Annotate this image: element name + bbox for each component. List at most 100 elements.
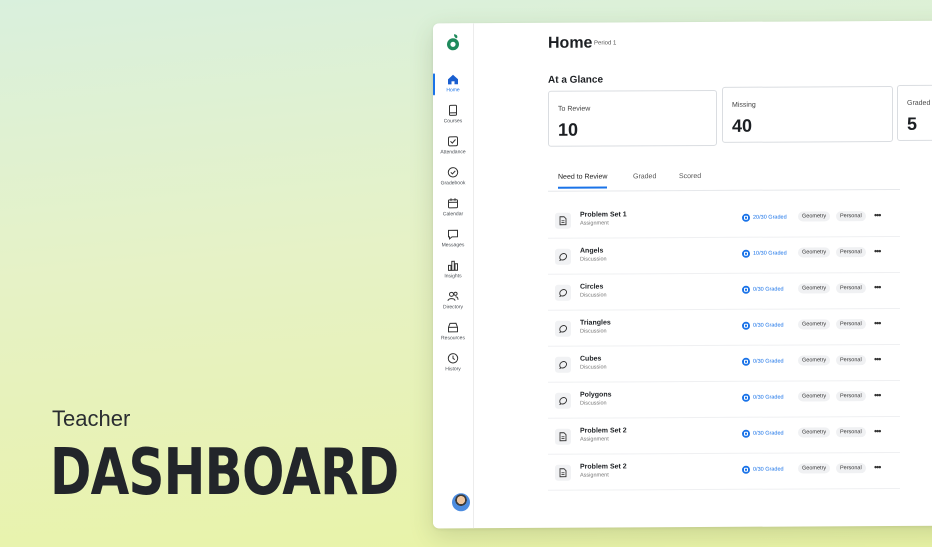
tag-chip[interactable]: Personal [836,355,866,366]
avatar[interactable] [452,493,470,512]
item-name: Cubes [580,355,602,363]
table-row[interactable]: Problem Set 2 Assignment 0/30 Graded Geomet… [548,452,900,491]
course-chip[interactable]: Geometry [798,211,831,222]
graded-label: 0/30 Graded [753,286,784,293]
sidebar-item-courses[interactable]: Courses [433,104,473,132]
tab-need-to-review[interactable]: Need to Review [558,173,608,189]
table-row[interactable]: Angels Discussion 10/30 Graded Geometry Pers… [548,236,900,275]
item-type: Assignment [580,220,609,227]
table-row[interactable]: Problem Set 2 Assignment 0/30 Graded Geomet… [548,416,900,455]
sidebar-item-calendar[interactable]: Calendar [433,197,473,225]
item-name: Circles [580,283,604,291]
sidebar-item-label: Courses [443,118,463,125]
archive-icon [448,322,458,333]
graded-status[interactable]: 20/30 Graded [742,213,787,222]
grade-icon [742,393,750,402]
graded-label: 20/30 Graded [753,214,787,221]
tab-scored[interactable]: Scored [679,173,701,180]
item-type: Discussion [580,328,607,335]
more-icon[interactable]: ••• [874,462,880,472]
message-icon [448,229,458,240]
discussion-icon [555,248,571,265]
sidebar-item-gradebook[interactable]: Gradebook [433,166,473,194]
more-icon[interactable]: ••• [874,246,880,256]
sidebar-item-home[interactable]: Home [433,73,473,101]
sidebar-item-directory[interactable]: Directory [433,290,473,318]
home-icon [448,74,458,85]
sidebar-item-attendance[interactable]: Attendance [433,135,473,163]
item-type: Discussion [580,292,607,299]
more-icon[interactable]: ••• [874,282,880,292]
graded-status[interactable]: 0/30 Graded [742,429,784,438]
item-name: Problem Set 2 [580,427,627,435]
course-chip[interactable]: Geometry [798,463,831,474]
table-row[interactable]: Polygons Discussion 0/30 Graded Geometry Per… [548,380,900,419]
sidebar-item-messages[interactable]: Messages [433,228,473,256]
bar-chart-icon [448,260,458,271]
graded-status[interactable]: 0/30 Graded [742,357,784,366]
stat-value: 40 [732,115,753,136]
sidebar-item-history[interactable]: History [433,352,473,380]
sidebar-item-label: History [445,366,461,373]
tag-chip[interactable]: Personal [836,427,866,438]
graded-label: 0/30 Graded [753,322,784,329]
item-name: Triangles [580,319,611,327]
graded-label: 0/30 Graded [753,358,784,365]
page-title: Home [548,34,593,52]
more-icon[interactable]: ••• [874,354,880,364]
table-row[interactable]: Cubes Discussion 0/30 Graded Geometry Person… [548,344,900,383]
review-tabs: Need to Review Graded Scored [548,166,900,192]
table-row[interactable]: Circles Discussion 0/30 Graded Geometry Pers… [548,272,900,311]
more-icon[interactable]: ••• [874,426,880,436]
sidebar-item-resources[interactable]: Resources [433,321,473,349]
calendar-icon [448,198,458,209]
tag-chip[interactable]: Personal [836,319,866,330]
grade-icon [742,357,750,366]
graded-status[interactable]: 0/30 Graded [742,321,784,330]
tag-chip[interactable]: Personal [836,283,866,294]
check-circle-icon [447,167,459,178]
more-icon[interactable]: ••• [874,390,880,400]
book-icon [449,104,457,116]
graded-status[interactable]: 0/30 Graded [742,465,784,474]
stat-card-missing[interactable]: Missing 40 [722,86,893,143]
tab-graded[interactable]: Graded [633,173,656,180]
stat-card-graded[interactable]: Graded 5 [897,84,932,141]
tag-chip[interactable]: Personal [836,391,866,402]
document-icon [555,464,571,481]
graded-status[interactable]: 10/30 Graded [742,249,787,258]
discussion-icon [555,284,571,301]
more-icon[interactable]: ••• [874,318,880,328]
grade-icon [742,285,750,294]
stat-label: Missing [732,101,756,109]
course-chip[interactable]: Geometry [798,391,831,402]
tag-chip[interactable]: Personal [836,247,866,258]
review-list: Problem Set 1 Assignment 20/30 Graded Geome… [548,200,900,491]
sidebar-item-label: Calendar [442,211,464,218]
item-type: Assignment [580,472,609,479]
table-row[interactable]: Triangles Discussion 0/30 Graded Geometry Pe… [548,308,900,347]
graded-status[interactable]: 0/30 Graded [742,393,784,402]
clock-icon [447,353,459,364]
sidebar-item-label: Gradebook [440,180,466,187]
course-chip[interactable]: Geometry [798,427,831,438]
app-logo-icon [447,34,459,51]
course-chip[interactable]: Geometry [798,355,831,366]
sidebar-item-insights[interactable]: Insights [433,259,473,287]
item-type: Assignment [580,436,609,443]
stat-card-to-review[interactable]: To Review 10 [548,89,717,147]
graded-label: 0/30 Graded [753,394,784,401]
tag-chip[interactable]: Personal [836,211,866,222]
course-chip[interactable]: Geometry [798,283,831,294]
glance-heading: At a Glance [548,74,604,86]
sidebar-item-label: Home [446,87,460,94]
item-type: Discussion [580,364,607,371]
table-row[interactable]: Problem Set 1 Assignment 20/30 Graded Geome… [548,200,900,239]
course-chip[interactable]: Geometry [798,319,831,330]
tag-chip[interactable]: Personal [836,463,866,474]
course-chip[interactable]: Geometry [798,247,831,258]
more-icon[interactable]: ••• [874,210,880,220]
sidebar: Home Courses Attendance Gradebook Calend… [433,23,474,529]
item-name: Polygons [580,391,612,399]
graded-status[interactable]: 0/30 Graded [742,285,784,294]
